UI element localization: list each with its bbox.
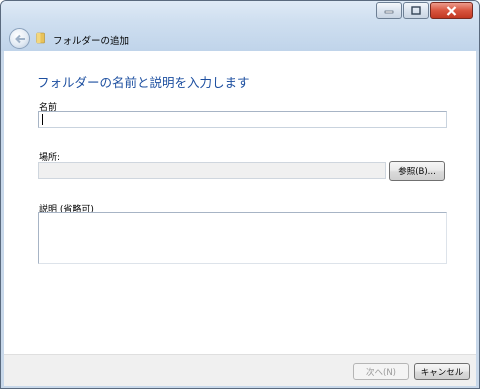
close-button[interactable]	[430, 2, 473, 19]
minimize-icon	[384, 10, 394, 13]
description-textarea[interactable]	[38, 212, 447, 264]
name-input[interactable]	[38, 111, 447, 128]
back-button[interactable]	[9, 28, 30, 49]
folder-icon	[36, 32, 45, 44]
dialog-title: フォルダーの追加	[53, 36, 130, 47]
maximize-button[interactable]	[403, 2, 429, 19]
text-caret	[42, 114, 43, 125]
title-bar: フォルダーの追加	[1, 1, 479, 51]
window-controls	[376, 2, 473, 19]
dialog-window: フォルダーの追加 フォルダーの名前と説明を入力します 名前 場所: 参照(B).…	[0, 0, 480, 389]
minimize-button[interactable]	[376, 2, 402, 19]
back-arrow-icon	[14, 34, 25, 43]
next-button[interactable]: 次へ(N)	[353, 363, 409, 380]
maximize-icon	[411, 6, 421, 15]
page-heading: フォルダーの名前と説明を入力します	[37, 75, 250, 90]
dialog-footer: 次へ(N) キャンセル	[4, 354, 476, 386]
content-area: フォルダーの名前と説明を入力します 名前 場所: 参照(B)... 説明 (省略…	[4, 51, 476, 354]
location-input[interactable]	[38, 162, 386, 179]
close-icon	[446, 5, 457, 16]
cancel-button[interactable]: キャンセル	[414, 363, 470, 380]
browse-button[interactable]: 参照(B)...	[389, 161, 445, 181]
